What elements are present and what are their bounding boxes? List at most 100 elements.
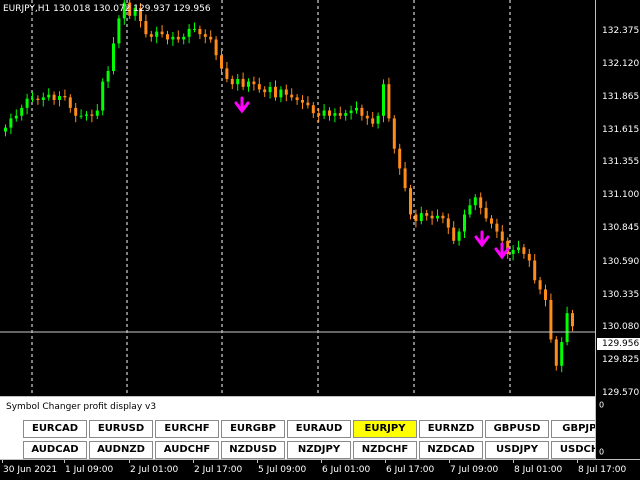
candle-body (338, 113, 342, 116)
candle-body (301, 99, 304, 103)
time-axis-tick (2, 460, 3, 463)
candle-body (473, 197, 477, 206)
candle-body (41, 97, 45, 100)
candle-body (425, 213, 429, 216)
candle-body (25, 98, 29, 108)
candle-body (209, 36, 213, 40)
indicator-title: Symbol Changer profit display v3 (6, 402, 157, 412)
candle-body (9, 118, 13, 128)
time-axis-label: 8 Jul 17:00 (578, 465, 627, 475)
candle-body (95, 110, 99, 116)
candle-body (247, 81, 250, 87)
time-axis-tick (193, 460, 194, 463)
candle-body (187, 28, 191, 37)
time-axis[interactable]: 30 Jun 2021 1 Jul 09:00 2 Jul 01:00 2 Jul 1… (0, 459, 640, 480)
candle-body (31, 98, 34, 100)
candle-body (430, 215, 434, 219)
time-axis-label: 6 Jul 17:00 (386, 465, 435, 475)
candle-body (328, 110, 331, 116)
candle-body (198, 28, 202, 35)
candle-body (20, 107, 24, 116)
candle-body (376, 115, 380, 124)
symbol-header: EURJPY,H1 130.018 130.072 129.937 129.95… (3, 4, 211, 14)
sell-arrow-icon (474, 230, 490, 248)
candle-body (414, 214, 418, 222)
candle-body (549, 299, 553, 340)
candle-body (101, 81, 105, 111)
time-axis-tick (513, 460, 514, 463)
price-axis[interactable]: 132.375 132.120 131.865 131.615 131.355 131.1… (595, 0, 640, 398)
candle-body (279, 89, 283, 98)
candle-body (560, 342, 564, 366)
candle-body (403, 168, 407, 189)
time-axis-label: 8 Jul 01:00 (514, 465, 563, 475)
candle-body (365, 115, 369, 119)
candle-body (355, 107, 358, 111)
candle-body (52, 94, 56, 100)
time-axis-label: 2 Jul 01:00 (130, 465, 179, 475)
symbol-button-nzdcad[interactable]: NZDCAD (419, 441, 483, 459)
candle-body (257, 84, 261, 90)
candle-body (344, 113, 348, 116)
symbol-button-audnzd[interactable]: AUDNZD (89, 441, 153, 459)
candle-body (85, 114, 88, 116)
candle-body (398, 148, 402, 169)
symbol-button-eurusd[interactable]: EURUSD (89, 420, 153, 438)
candle-body (554, 339, 558, 366)
candle-body (74, 107, 78, 116)
candle-body (409, 188, 412, 215)
symbol-button-eurchf[interactable]: EURCHF (155, 420, 219, 438)
candle-body (371, 118, 375, 124)
symbol-button-audchf[interactable]: AUDCHF (155, 441, 219, 459)
candle-body (290, 94, 294, 98)
symbol-button-audcad[interactable]: AUDCAD (23, 441, 87, 459)
symbol-button-nzdchf[interactable]: NZDCHF (353, 441, 417, 459)
symbol-button-euraud[interactable]: EURAUD (287, 420, 351, 438)
symbol-button-eurcad[interactable]: EURCAD (23, 420, 87, 438)
candle-body (144, 21, 148, 35)
candle-body (171, 36, 175, 40)
candle-body (495, 223, 499, 232)
symbol-button-eurgbp[interactable]: EURGBP (221, 420, 285, 438)
price-axis-label: 130.845 (602, 223, 640, 233)
candle-body (176, 36, 180, 40)
candle-body (517, 247, 520, 250)
price-axis-label: 132.120 (602, 59, 640, 69)
candle-body (457, 231, 461, 241)
candle-body (117, 18, 121, 44)
candle-body (274, 86, 277, 98)
symbol-button-gbpjpy[interactable]: GBPJPY (551, 420, 595, 438)
symbol-button-usdchf[interactable]: USDCHF (551, 441, 595, 459)
symbol-button-nzdusd[interactable]: NZDUSD (221, 441, 285, 459)
indicator-axis-top: 0 (599, 400, 605, 410)
candle-body (284, 89, 288, 95)
candle-body (166, 34, 169, 40)
candle-body (4, 127, 7, 132)
candle-body (268, 86, 272, 93)
candle-body (522, 247, 526, 254)
candle-body (47, 94, 51, 98)
symbol-button-eurnzd[interactable]: EURNZD (419, 420, 483, 438)
candle-body (322, 110, 326, 116)
candle-body (392, 118, 396, 149)
candle-body (441, 215, 445, 219)
candle-body (565, 313, 569, 343)
symbol-button-nzdjpy[interactable]: NZDJPY (287, 441, 351, 459)
symbol-button-usdjpy[interactable]: USDJPY (485, 441, 549, 459)
price-axis-label: 129.825 (602, 355, 640, 365)
candle-body (58, 96, 61, 100)
symbol-button-eurjpy[interactable]: EURJPY (353, 420, 417, 438)
price-chart[interactable]: EURJPY,H1 130.018 130.072 129.937 129.95… (0, 0, 595, 396)
time-axis-tick (449, 460, 450, 463)
candle-body (533, 260, 537, 281)
candle-body (220, 55, 223, 69)
candle-body (14, 115, 18, 119)
time-axis-label: 1 Jul 09:00 (65, 465, 114, 475)
symbol-button-gbpusd[interactable]: GBPUSD (485, 420, 549, 438)
candle-body (436, 215, 439, 219)
candle-body (452, 227, 456, 241)
candle-body (106, 71, 110, 82)
time-axis-tick (321, 460, 322, 463)
price-axis-label: 131.100 (602, 190, 640, 200)
price-axis-label: 131.355 (602, 157, 640, 167)
